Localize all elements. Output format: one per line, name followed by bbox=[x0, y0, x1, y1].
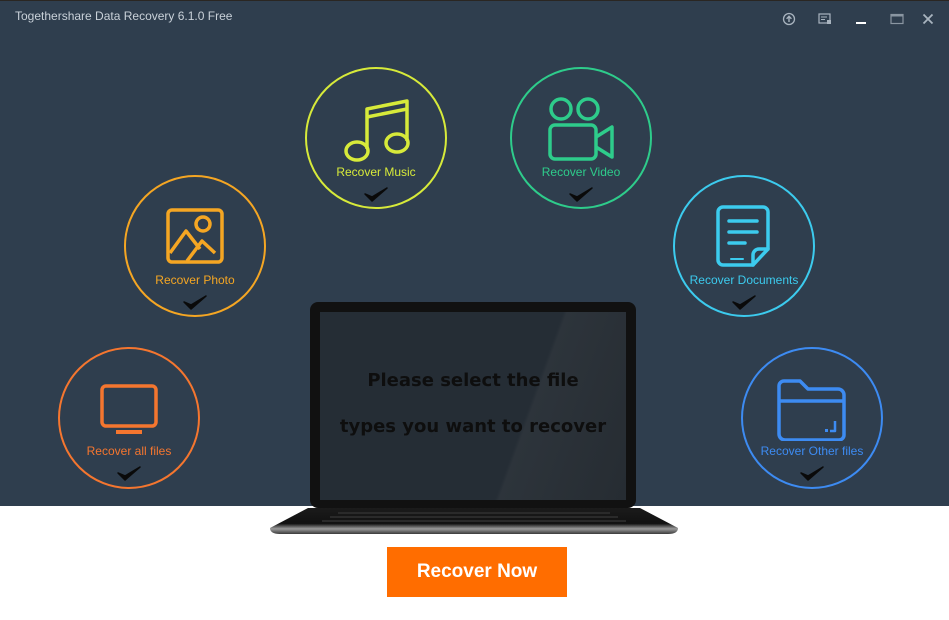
maximize-icon bbox=[890, 13, 904, 25]
checkmark-icon bbox=[364, 187, 388, 202]
laptop-illustration: Please select the file types you want to… bbox=[268, 300, 680, 538]
app-window: Togethershare Data Recovery 6.1.0 Free R… bbox=[0, 0, 949, 620]
category-label: Recover all files bbox=[86, 444, 172, 458]
music-note-icon bbox=[344, 99, 410, 162]
upgrade-icon bbox=[782, 12, 796, 26]
maximize-button[interactable] bbox=[886, 8, 908, 30]
instruction-line-2: types you want to recover bbox=[339, 416, 607, 437]
close-button[interactable] bbox=[917, 8, 939, 30]
category-all-files[interactable]: Recover all files bbox=[58, 347, 200, 489]
category-label: Recover Photo bbox=[155, 273, 235, 287]
checkmark-icon bbox=[800, 466, 824, 481]
category-video[interactable]: Recover Video bbox=[510, 67, 652, 209]
monitor-icon bbox=[100, 384, 158, 434]
image-icon bbox=[166, 208, 224, 264]
instruction-line-1: Please select the file bbox=[367, 370, 579, 391]
window-title: Togethershare Data Recovery 6.1.0 Free bbox=[15, 9, 233, 23]
laptop-keyboard-base bbox=[270, 508, 678, 534]
checkmark-icon bbox=[117, 466, 141, 481]
checkmark-icon bbox=[569, 187, 593, 202]
category-other-files[interactable]: Recover Other files bbox=[741, 347, 883, 489]
close-icon bbox=[922, 13, 934, 25]
category-photo[interactable]: Recover Photo bbox=[124, 175, 266, 317]
category-documents[interactable]: Recover Documents bbox=[673, 175, 815, 317]
category-label: Recover Other files bbox=[760, 444, 864, 458]
recover-now-button[interactable]: Recover Now bbox=[387, 547, 567, 597]
category-music[interactable]: Recover Music bbox=[305, 67, 447, 209]
minimize-button[interactable] bbox=[850, 8, 872, 30]
upgrade-button[interactable] bbox=[778, 8, 800, 30]
register-button[interactable] bbox=[814, 8, 836, 30]
category-label: Recover Documents bbox=[689, 273, 799, 287]
category-label: Recover Video bbox=[541, 165, 621, 179]
checkmark-icon bbox=[732, 295, 756, 310]
register-icon bbox=[818, 13, 831, 24]
category-label: Recover Music bbox=[336, 165, 416, 179]
video-camera-icon bbox=[548, 97, 614, 161]
checkmark-icon bbox=[183, 295, 207, 310]
folder-icon bbox=[777, 379, 846, 441]
document-icon bbox=[716, 205, 770, 267]
laptop-screen: Please select the file types you want to… bbox=[320, 312, 626, 500]
minimize-icon bbox=[856, 22, 866, 24]
title-bar: Togethershare Data Recovery 6.1.0 Free bbox=[0, 0, 949, 34]
